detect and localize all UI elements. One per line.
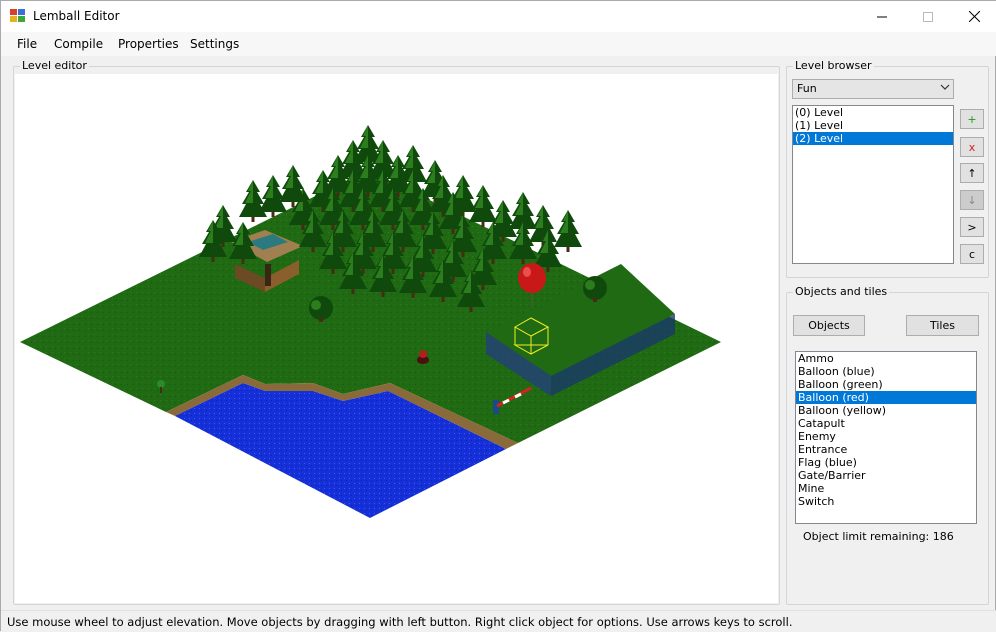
- close-button[interactable]: [951, 1, 996, 32]
- next-level-button[interactable]: >: [960, 217, 984, 237]
- object-list-item[interactable]: Ammo: [796, 352, 976, 365]
- level-list[interactable]: (0) Level (1) Level (2) Level: [792, 105, 954, 264]
- object-list-item[interactable]: Gate/Barrier: [796, 469, 976, 482]
- delete-level-button[interactable]: x: [960, 137, 984, 157]
- level-map: [20, 125, 721, 518]
- level-browser-label: Level browser: [793, 59, 874, 72]
- object-limit-text: Object limit remaining: 186: [803, 530, 954, 543]
- level-editor-label: Level editor: [20, 59, 89, 72]
- maximize-icon: [923, 11, 933, 22]
- copy-level-button[interactable]: c: [960, 244, 984, 264]
- menu-compile[interactable]: Compile: [54, 37, 103, 51]
- level-editor-group: Level editor: [13, 59, 780, 605]
- menu-properties[interactable]: Properties: [118, 37, 179, 51]
- level-editor-canvas[interactable]: [15, 74, 778, 603]
- minimize-button[interactable]: [859, 1, 905, 32]
- maximize-button[interactable]: [905, 1, 951, 32]
- level-set-value: Fun: [797, 82, 817, 95]
- status-bar: Use mouse wheel to adjust elevation. Mov…: [1, 610, 996, 632]
- objects-button[interactable]: Objects: [793, 315, 865, 336]
- level-list-item[interactable]: (1) Level: [793, 119, 953, 132]
- tiles-button[interactable]: Tiles: [906, 315, 979, 336]
- objects-tiles-label: Objects and tiles: [793, 285, 890, 298]
- object-list-item[interactable]: Balloon (yellow): [796, 404, 976, 417]
- chevron-down-icon: [940, 82, 950, 95]
- window-title: Lemball Editor: [33, 9, 120, 23]
- object-list-item[interactable]: Balloon (red): [796, 391, 976, 404]
- minimize-icon: [877, 16, 887, 17]
- move-level-up-button[interactable]: ↑: [960, 163, 984, 183]
- add-level-button[interactable]: +: [960, 109, 984, 129]
- object-list-item[interactable]: Catapult: [796, 417, 976, 430]
- menu-bar: File Compile Properties Settings: [1, 32, 996, 56]
- object-list-item[interactable]: Mine: [796, 482, 976, 495]
- object-list[interactable]: Ammo Balloon (blue) Balloon (green) Balloon…: [795, 351, 977, 524]
- level-list-item[interactable]: (0) Level: [793, 106, 953, 119]
- move-level-down-button[interactable]: ↓: [960, 190, 984, 210]
- menu-file[interactable]: File: [17, 37, 37, 51]
- object-list-item[interactable]: Entrance: [796, 443, 976, 456]
- level-list-item[interactable]: (2) Level: [793, 132, 953, 145]
- main-window: Lemball Editor File Compile Properties S…: [0, 0, 996, 632]
- app-icon: [10, 9, 25, 22]
- menu-settings[interactable]: Settings: [190, 37, 239, 51]
- object-list-item[interactable]: Switch: [796, 495, 976, 508]
- close-icon: [968, 11, 980, 22]
- object-list-item[interactable]: Enemy: [796, 430, 976, 443]
- title-bar[interactable]: Lemball Editor: [1, 1, 996, 32]
- level-set-dropdown[interactable]: Fun: [792, 79, 954, 99]
- status-text: Use mouse wheel to adjust elevation. Mov…: [7, 615, 793, 629]
- object-list-item[interactable]: Flag (blue): [796, 456, 976, 469]
- object-list-item[interactable]: Balloon (green): [796, 378, 976, 391]
- object-list-item[interactable]: Balloon (blue): [796, 365, 976, 378]
